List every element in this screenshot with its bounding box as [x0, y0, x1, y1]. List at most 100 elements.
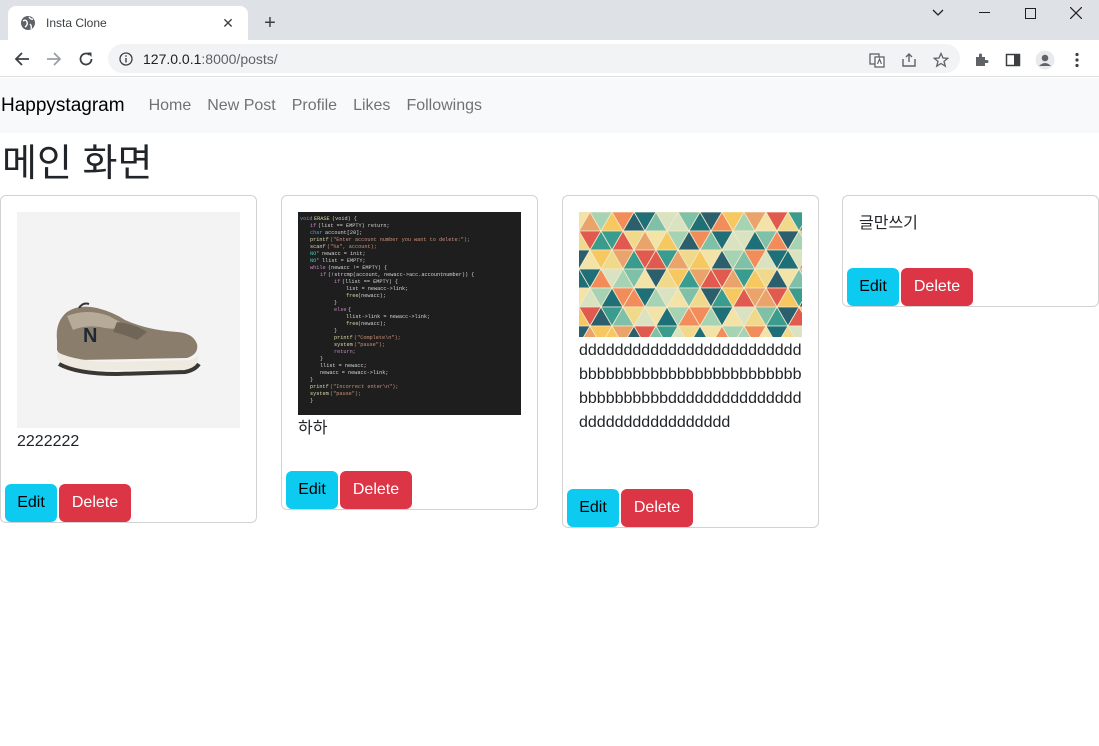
- edit-button[interactable]: Edit: [5, 484, 57, 522]
- post-card: void ERASE (void) { if (list == EMPTY) retu…: [281, 195, 538, 510]
- svg-text:}: }: [310, 398, 313, 404]
- post-text: 글만쓰기: [859, 215, 918, 232]
- post-card: dddddddddddddddddddddddddbbbbbbbbbbbbbbb…: [562, 195, 819, 528]
- svg-text:if: if: [320, 272, 326, 278]
- svg-text:printf: printf: [310, 237, 329, 243]
- svg-text:free: free: [346, 293, 358, 299]
- new-tab-icon[interactable]: +: [258, 11, 282, 35]
- url-host: 127.0.0.1: [143, 50, 202, 67]
- svg-text:("Enter account number you wan: ("Enter account number you want to delet…: [330, 237, 470, 243]
- page-title: 메인 화면: [2, 143, 153, 185]
- maximize-icon[interactable]: [1007, 0, 1053, 26]
- svg-text:void: void: [300, 216, 312, 222]
- svg-text:{: {: [348, 307, 351, 313]
- svg-text:(list == EMPTY) return;: (list == EMPTY) return;: [318, 223, 390, 229]
- svg-text:newacc = newacc->link;: newacc = newacc->link;: [320, 370, 389, 376]
- card-body: void ERASE (void) { if (list == EMPTY) retu…: [282, 196, 537, 441]
- reload-icon[interactable]: [73, 46, 99, 72]
- post-card: 글만쓰기 Edit Delete: [842, 195, 1099, 307]
- nav-link-new-post[interactable]: New Post: [207, 97, 275, 115]
- site-navbar: Happystagram Home New Post Profile Likes…: [0, 78, 1099, 133]
- svg-text:free: free: [346, 321, 358, 327]
- browser-toolbar: 127.0.0.1:8000/posts/: [0, 40, 1099, 77]
- svg-text:(newacc != EMPTY) {: (newacc != EMPTY) {: [328, 265, 387, 271]
- browser-tab[interactable]: Insta Clone ✕: [8, 6, 248, 40]
- address-bar[interactable]: 127.0.0.1:8000/posts/: [108, 44, 960, 73]
- navbar-brand[interactable]: Happystagram: [1, 95, 125, 117]
- svg-text:system: system: [310, 391, 329, 397]
- globe-icon: [20, 15, 36, 31]
- svg-text:}: }: [320, 356, 323, 362]
- nav-link-home[interactable]: Home: [149, 97, 192, 115]
- svg-text:printf: printf: [310, 384, 329, 390]
- svg-text:if: if: [310, 223, 316, 229]
- tab-title: Insta Clone: [46, 16, 107, 30]
- edit-button[interactable]: Edit: [567, 489, 619, 527]
- translate-icon[interactable]: [868, 51, 886, 69]
- svg-text:llist = EMPTY;: llist = EMPTY;: [322, 258, 366, 264]
- side-panel-icon[interactable]: [1003, 50, 1023, 70]
- extensions-icon[interactable]: [971, 50, 991, 70]
- svg-text:}: }: [334, 300, 337, 306]
- delete-button[interactable]: Delete: [340, 471, 412, 509]
- svg-text:(newacc);: (newacc);: [358, 321, 386, 327]
- svg-text:char: char: [310, 230, 322, 236]
- post-text: 2222222: [17, 433, 80, 450]
- svg-text:("pause");: ("pause");: [354, 342, 385, 348]
- nav-link-followings[interactable]: Followings: [406, 97, 482, 115]
- svg-text:("Complete\n");: ("Complete\n");: [354, 335, 401, 341]
- edit-button[interactable]: Edit: [286, 471, 338, 509]
- share-icon[interactable]: [900, 51, 918, 69]
- svg-text:N: N: [83, 325, 97, 347]
- back-icon[interactable]: [9, 46, 35, 72]
- tab-search-icon[interactable]: [915, 0, 961, 26]
- svg-text:if: if: [334, 279, 340, 285]
- svg-text:else: else: [334, 307, 346, 313]
- svg-text:NO*: NO*: [310, 251, 319, 257]
- minimize-icon[interactable]: [961, 0, 1007, 26]
- post-card: N 2222222 Edit Delete: [0, 195, 257, 523]
- svg-text:(!strcmp(account, newacc->acc.: (!strcmp(account, newacc->acc.accountnum…: [328, 272, 474, 278]
- svg-text:system: system: [334, 342, 353, 348]
- svg-text:while: while: [310, 265, 326, 271]
- svg-text:newacc = init;: newacc = init;: [322, 251, 366, 257]
- svg-text:account[20];: account[20];: [325, 230, 362, 236]
- card-body: N 2222222: [1, 196, 256, 454]
- forward-icon[interactable]: [41, 46, 67, 72]
- post-image-sneaker: N: [17, 212, 240, 428]
- card-actions: Edit Delete: [843, 268, 977, 306]
- card-body: 글만쓰기: [843, 196, 1098, 236]
- svg-text:(newacc);: (newacc);: [358, 293, 386, 299]
- nav-link-likes[interactable]: Likes: [353, 97, 390, 115]
- svg-text:ERASE: ERASE: [314, 216, 330, 222]
- post-image-triangles: [579, 212, 802, 337]
- card-body: dddddddddddddddddddddddddbbbbbbbbbbbbbbb…: [563, 196, 818, 435]
- svg-text:(void) {: (void) {: [332, 216, 357, 222]
- browser-tab-strip: Insta Clone ✕ +: [0, 0, 1099, 40]
- svg-text:(llist == EMPTY) {: (llist == EMPTY) {: [342, 279, 398, 285]
- svg-text:("%s", account);: ("%s", account);: [327, 244, 377, 250]
- nav-link-profile[interactable]: Profile: [292, 97, 337, 115]
- delete-button[interactable]: Delete: [621, 489, 693, 527]
- svg-text:printf: printf: [334, 335, 353, 341]
- svg-text:}: }: [310, 377, 313, 383]
- site-info-icon[interactable]: [119, 51, 133, 66]
- svg-text:scanf: scanf: [310, 244, 326, 250]
- card-actions: Edit Delete: [282, 471, 416, 509]
- svg-text:return;: return;: [334, 349, 356, 355]
- bookmark-star-icon[interactable]: [932, 51, 950, 69]
- svg-text:llist->link = newacc->link;: llist->link = newacc->link;: [346, 314, 430, 320]
- url-text: 127.0.0.1:8000/posts/: [143, 51, 278, 67]
- close-tab-icon[interactable]: ✕: [220, 15, 236, 31]
- svg-text:("pause");: ("pause");: [330, 391, 361, 397]
- post-image-code: void ERASE (void) { if (list == EMPTY) retu…: [298, 212, 521, 415]
- svg-text:list = newacc->link;: list = newacc->link;: [346, 286, 408, 292]
- close-window-icon[interactable]: [1053, 0, 1099, 26]
- svg-text:llist = newacc;: llist = newacc;: [320, 363, 367, 369]
- delete-button[interactable]: Delete: [901, 268, 973, 306]
- svg-text:}: }: [334, 328, 337, 334]
- menu-kebab-icon[interactable]: [1067, 50, 1087, 70]
- delete-button[interactable]: Delete: [59, 484, 131, 522]
- edit-button[interactable]: Edit: [847, 268, 899, 306]
- profile-avatar-icon[interactable]: [1035, 50, 1055, 70]
